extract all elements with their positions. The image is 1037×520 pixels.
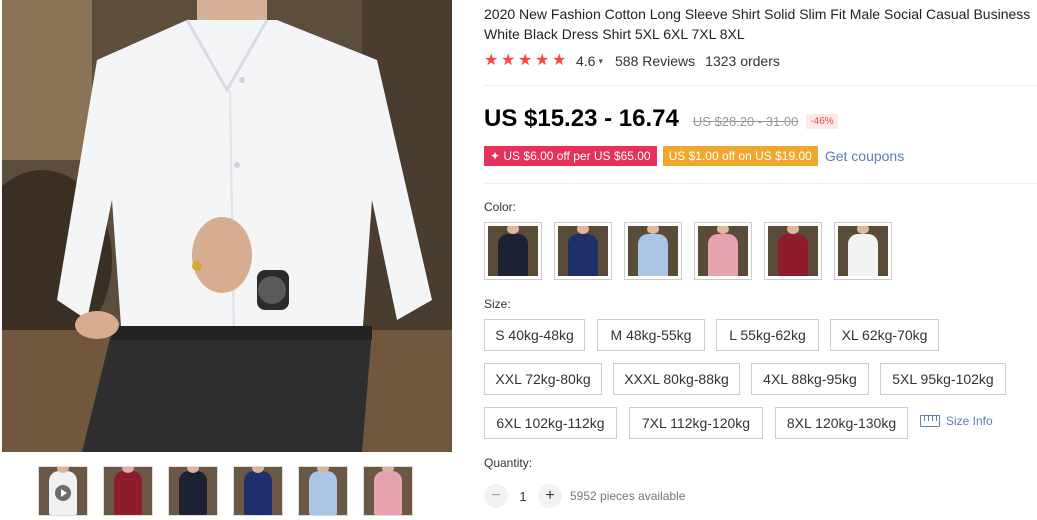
current-price: US $15.23 - 16.74: [484, 105, 679, 132]
divider: [484, 183, 1037, 184]
quantity-stepper: − 1 + 5952 pieces available: [484, 484, 685, 508]
main-product-image[interactable]: [2, 0, 452, 452]
thumbnail-5[interactable]: [363, 466, 413, 516]
discount-badge: -46%: [806, 113, 838, 129]
pink-shirt-thumbnail-shirt: [374, 471, 402, 515]
color-option-navy[interactable]: [554, 222, 612, 280]
quantity-label: Quantity:: [484, 456, 533, 470]
star-icon: ★: [535, 52, 550, 69]
chevron-down-icon[interactable]: ▾: [598, 56, 603, 67]
star-icon: ★: [484, 52, 499, 69]
rating-value[interactable]: 4.6: [576, 53, 595, 69]
pieces-available: 5952 pieces available: [570, 489, 686, 503]
color-option-black[interactable]: [484, 222, 542, 280]
color-label: Color:: [484, 200, 517, 214]
size-info-label: Size Info: [946, 414, 993, 428]
increase-quantity-button[interactable]: +: [538, 484, 562, 508]
store-coupon-label: US $6.00 off per US $65.00: [503, 149, 651, 163]
star-rating: ★ ★ ★ ★ ★: [484, 53, 569, 69]
light-blue-shirt-thumbnail-shirt: [309, 471, 337, 515]
size-option[interactable]: 6XL 102kg-112kg: [484, 407, 617, 439]
decrease-quantity-button[interactable]: −: [484, 484, 508, 508]
coupon-row: ✦ US $6.00 off per US $65.00 US $1.00 of…: [484, 146, 904, 166]
size-option[interactable]: S 40kg-48kg: [484, 319, 585, 351]
color-option-light-blue[interactable]: [624, 222, 682, 280]
model-wearing-white-shirt: [2, 0, 452, 452]
thumbnail-1[interactable]: [103, 466, 153, 516]
select-coupon[interactable]: US $1.00 off on US $19.00: [662, 146, 818, 166]
get-coupons-link[interactable]: Get coupons: [825, 148, 904, 164]
size-option[interactable]: XXL 72kg-80kg: [484, 363, 602, 395]
product-title: 2020 New Fashion Cotton Long Sleeve Shir…: [484, 6, 1031, 42]
quantity-value[interactable]: 1: [508, 489, 538, 504]
size-option[interactable]: 5XL 95kg-102kg: [880, 363, 1006, 395]
size-option[interactable]: M 48kg-55kg: [597, 319, 705, 351]
size-option[interactable]: 7XL 112kg-120kg: [629, 407, 763, 439]
divider: [484, 85, 1037, 86]
play-icon[interactable]: [55, 485, 71, 501]
star-icon: ★: [552, 52, 567, 69]
size-label: Size:: [484, 297, 511, 311]
black-shirt-thumbnail-shirt: [179, 471, 207, 515]
color-option-white[interactable]: [834, 222, 892, 280]
color-option-wine-red[interactable]: [764, 222, 822, 280]
thumbnail-0[interactable]: [38, 466, 88, 516]
thumbnail-2[interactable]: [168, 466, 218, 516]
thumbnail-4[interactable]: [298, 466, 348, 516]
star-icon: ★: [501, 52, 516, 69]
store-coupon[interactable]: ✦ US $6.00 off per US $65.00: [484, 146, 657, 166]
size-option[interactable]: 8XL 120kg-130kg: [775, 407, 908, 439]
reviews-link[interactable]: 588 Reviews: [615, 53, 695, 69]
size-option[interactable]: 4XL 88kg-95kg: [751, 363, 869, 395]
image-gallery: [0, 0, 452, 520]
size-option[interactable]: L 55kg-62kg: [716, 319, 819, 351]
size-info-link[interactable]: Size Info: [920, 414, 993, 428]
price-row: US $15.23 - 16.74 US $28.20 - 31.00 -46%: [484, 104, 838, 134]
star-icon: ★: [518, 52, 533, 69]
wine-red-shirt-thumbnail-shirt: [114, 471, 142, 515]
size-option[interactable]: XL 62kg-70kg: [830, 319, 939, 351]
ruler-icon: [920, 415, 940, 427]
navy-shirt-thumbnail-shirt: [244, 471, 272, 515]
thumbnail-3[interactable]: [233, 466, 283, 516]
rating-row: ★ ★ ★ ★ ★ 4.6 ▾ 588 Reviews 1323 orders: [484, 52, 780, 70]
color-option-pink[interactable]: [694, 222, 752, 280]
size-option[interactable]: XXXL 80kg-88kg: [613, 363, 740, 395]
orders-count: 1323 orders: [705, 53, 780, 69]
original-price: US $28.20 - 31.00: [692, 113, 799, 129]
